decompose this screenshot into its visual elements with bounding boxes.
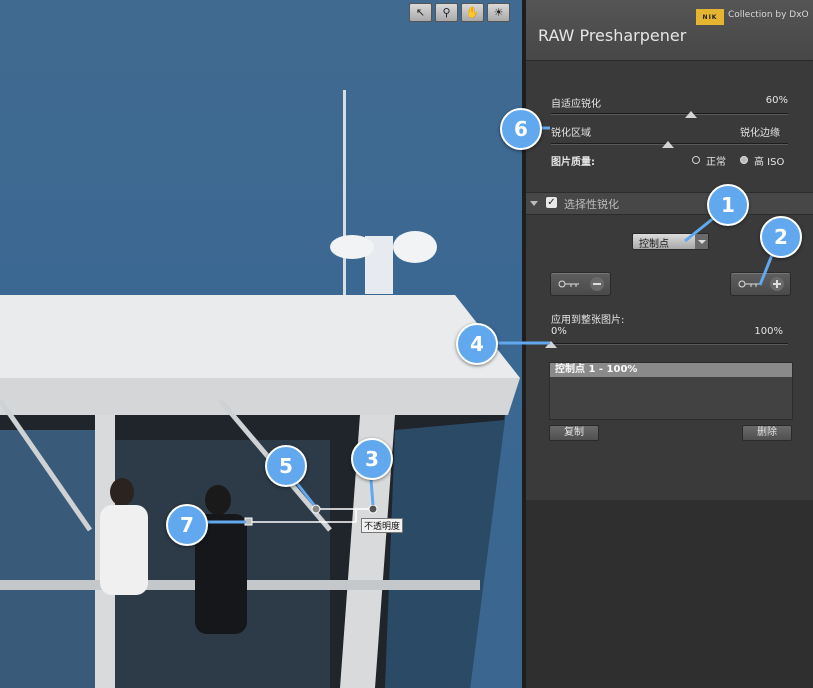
opacity-label: 不透明度 (361, 518, 404, 533)
negative-control-point-icon (558, 277, 604, 291)
control-point-select[interactable]: 控制点 (632, 233, 709, 250)
quality-high-iso-radio[interactable] (740, 156, 748, 164)
collection-text: Collection by DxO (728, 10, 809, 20)
lightbulb-icon[interactable]: ☀ (487, 3, 510, 22)
add-positive-point-button[interactable] (730, 272, 791, 296)
callout-3: 3 (351, 438, 393, 480)
apply-max-label: 100% (754, 326, 783, 337)
selective-sharpening-title: 选择性锐化 (564, 198, 619, 211)
quality-high-iso-label: 高 ISO (754, 157, 785, 168)
sharpen-area-thumb[interactable] (662, 141, 674, 148)
dropdown-arrow-icon (695, 234, 708, 249)
quality-normal-label: 正常 (706, 157, 726, 168)
positive-control-point-icon (738, 277, 784, 291)
quality-normal-radio[interactable] (692, 156, 700, 164)
filter-panel: NIK Collection by DxO RAW Presharpener 自… (526, 0, 813, 688)
photo-scene (0, 90, 520, 688)
adaptive-sharpening-slider[interactable] (551, 113, 788, 115)
control-point-list[interactable]: 控制点 1 - 100% (549, 362, 793, 420)
view-toolbar: ↖ ⚲ ✋ ☀ (409, 3, 510, 22)
duplicate-button[interactable]: 复制 (549, 425, 599, 441)
callout-7: 7 (166, 504, 208, 546)
apply-whole-image-slider[interactable] (551, 343, 788, 345)
adaptive-sharpening-label: 自适应锐化 (551, 99, 601, 110)
apply-min-label: 0% (551, 326, 567, 337)
sharpen-area-label: 锐化区域 (551, 128, 591, 139)
adaptive-sharpening-thumb[interactable] (685, 111, 697, 118)
adaptive-sharpening-value: 60% (765, 95, 788, 106)
control-point-select-value: 控制点 (639, 239, 669, 250)
callout-6: 6 (500, 108, 542, 150)
magnifier-icon[interactable]: ⚲ (435, 3, 458, 22)
hand-icon[interactable]: ✋ (461, 3, 484, 22)
callout-1: 1 (707, 184, 749, 226)
callout-4: 4 (456, 323, 498, 365)
nik-logo: NIK (696, 9, 724, 25)
callout-2: 2 (760, 216, 802, 258)
panel-empty-area (526, 500, 813, 688)
collapse-triangle-icon[interactable] (530, 201, 538, 206)
arrow-pointer-icon[interactable]: ↖ (409, 3, 432, 22)
sharpen-area-value: 锐化边缘 (740, 128, 780, 139)
callout-5: 5 (265, 445, 307, 487)
apply-whole-image-label: 应用到整张图片: (551, 315, 625, 326)
selective-sharpening-checkbox[interactable]: ✓ (546, 197, 557, 208)
image-preview[interactable]: ↖ ⚲ ✋ ☀ 不透明度 (0, 0, 522, 688)
delete-button[interactable]: 删除 (742, 425, 792, 441)
panel-header: NIK Collection by DxO RAW Presharpener (526, 0, 813, 61)
panel-title: RAW Presharpener (538, 26, 687, 45)
add-negative-point-button[interactable] (550, 272, 611, 296)
apply-whole-image-thumb[interactable] (545, 341, 557, 348)
list-item[interactable]: 控制点 1 - 100% (550, 363, 792, 377)
image-quality-label: 图片质量: (551, 157, 595, 168)
selective-sharpening-header[interactable]: ✓ 选择性锐化 (526, 192, 813, 215)
